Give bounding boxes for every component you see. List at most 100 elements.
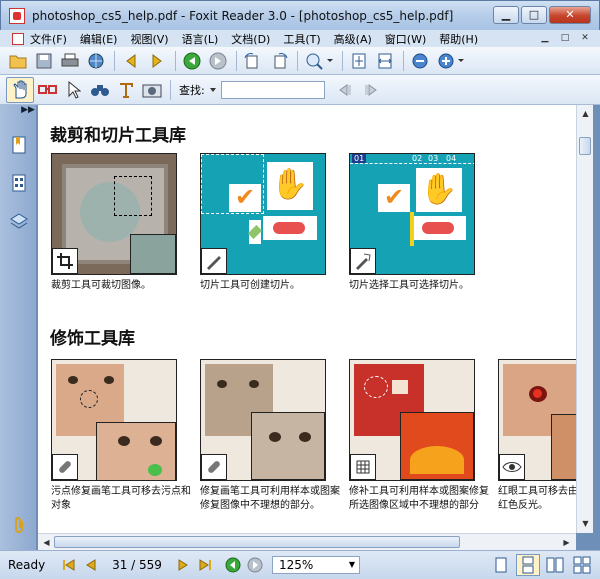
typewriter-icon[interactable] <box>114 79 138 101</box>
minimize-button[interactable]: ▁ <box>493 6 519 24</box>
find-next-icon[interactable] <box>359 79 383 101</box>
close-button[interactable]: ✕ <box>549 6 591 24</box>
menu-advanced[interactable]: 高级(A) <box>334 31 372 47</box>
tools-toolbar: 查找: <box>0 75 600 105</box>
slice-tool-image: ✔ ✋ <box>200 153 326 275</box>
forward-view-icon[interactable] <box>244 555 266 575</box>
last-page-icon[interactable] <box>194 555 216 575</box>
doc-restore-button[interactable]: □ <box>556 31 574 45</box>
print-icon[interactable] <box>58 50 82 72</box>
zoom-dropdown-icon[interactable]: ▼ <box>349 557 355 573</box>
continuous-page-icon[interactable] <box>516 554 540 576</box>
doc-minimize-button[interactable]: ▁ <box>536 31 554 45</box>
find-input[interactable] <box>220 80 325 99</box>
spot-healing-brush-icon <box>52 454 78 480</box>
pages-icon[interactable] <box>8 171 30 195</box>
menu-language[interactable]: 语言(L) <box>182 31 219 47</box>
slice-tool-icon <box>201 248 227 274</box>
bookmarks-icon[interactable] <box>8 133 30 157</box>
menu-tools[interactable]: 工具(T) <box>283 31 320 47</box>
rotate-left-icon[interactable] <box>241 50 265 72</box>
patch-tool-icon <box>350 454 376 480</box>
scroll-right-icon[interactable]: ▶ <box>559 535 574 550</box>
maximize-button[interactable]: □ <box>521 6 547 24</box>
menu-view[interactable]: 视图(V) <box>130 31 168 47</box>
navigation-panel: ▶▶ <box>0 105 37 550</box>
spot-healing-image <box>51 359 177 481</box>
caption-patch-tool: 修补工具可利用样本或图案修复所选图像区域中不理想的部分 <box>349 486 489 511</box>
snapshot-icon[interactable] <box>140 79 164 101</box>
facing-pages-icon[interactable] <box>543 554 567 576</box>
crop-tool-image <box>51 153 177 275</box>
layers-icon[interactable] <box>8 209 30 233</box>
title-bar: photoshop_cs5_help.pdf - Foxit Reader 3.… <box>0 0 600 30</box>
single-page-icon[interactable] <box>489 554 513 576</box>
back-view-icon[interactable] <box>222 555 244 575</box>
save-icon[interactable] <box>32 50 56 72</box>
menu-file[interactable]: 文件(F) <box>30 31 67 47</box>
document-icon[interactable] <box>12 32 24 45</box>
status-bar: Ready 31 / 559 125% ▼ <box>0 550 600 579</box>
zoom-in-icon[interactable] <box>434 50 468 72</box>
foxit-app-icon[interactable] <box>9 7 25 24</box>
slice-label-04: 04 <box>446 154 457 163</box>
find-options-icon[interactable] <box>209 86 217 94</box>
scroll-down-icon[interactable]: ▼ <box>578 516 593 531</box>
horizontal-scroll-thumb[interactable] <box>54 536 460 548</box>
healing-brush-image <box>200 359 326 481</box>
patch-tool-image <box>349 359 475 481</box>
window-title: photoshop_cs5_help.pdf - Foxit Reader 3.… <box>32 8 454 23</box>
crop-tool-icon <box>52 248 78 274</box>
slice-select-tool-icon <box>350 248 376 274</box>
slice-label-03: 03 <box>428 154 439 163</box>
doc-close-button[interactable]: ✕ <box>576 31 594 45</box>
menu-edit[interactable]: 编辑(E) <box>80 31 118 47</box>
forward-icon[interactable] <box>206 50 230 72</box>
zoom-icon[interactable] <box>302 50 336 72</box>
horizontal-scrollbar[interactable]: ◀ ▶ <box>38 533 576 550</box>
red-eye-tool-image <box>498 359 576 481</box>
slice-label-01: 01 <box>352 154 367 163</box>
menu-document[interactable]: 文档(D) <box>231 31 270 47</box>
select-text-icon[interactable] <box>36 79 60 101</box>
zoom-out-icon[interactable] <box>408 50 432 72</box>
section-title-retouch: 修饰工具库 <box>50 329 135 349</box>
vertical-scrollbar[interactable]: ▲ ▼ <box>576 105 593 533</box>
main-toolbar <box>0 47 600 75</box>
section-title-crop-slice: 裁剪和切片工具库 <box>50 126 186 146</box>
binoculars-icon[interactable] <box>88 79 112 101</box>
fit-width-icon[interactable] <box>373 50 397 72</box>
previous-page-icon[interactable] <box>80 555 102 575</box>
menu-window[interactable]: 窗口(W) <box>385 31 426 47</box>
healing-brush-icon <box>201 454 227 480</box>
email-icon[interactable] <box>84 50 108 72</box>
next-page-icon[interactable] <box>172 555 194 575</box>
find-previous-icon[interactable] <box>333 79 357 101</box>
expand-panel-icon[interactable]: ▶▶ <box>21 105 35 119</box>
rotate-right-icon[interactable] <box>267 50 291 72</box>
previous-icon[interactable] <box>119 50 143 72</box>
fit-page-icon[interactable] <box>347 50 371 72</box>
back-icon[interactable] <box>180 50 204 72</box>
menu-help[interactable]: 帮助(H) <box>439 31 478 47</box>
first-page-icon[interactable] <box>58 555 80 575</box>
menu-bar: 文件(F) 编辑(E) 视图(V) 语言(L) 文档(D) 工具(T) 高级(A… <box>0 30 600 47</box>
status-ready: Ready <box>8 558 46 572</box>
zoom-select[interactable]: 125% ▼ <box>272 556 360 574</box>
caption-healing-brush: 修复画笔工具可利用样本或图案修复图像中不理想的部分。 <box>200 486 340 511</box>
next-icon[interactable] <box>145 50 169 72</box>
scroll-up-icon[interactable]: ▲ <box>578 106 593 121</box>
slice-select-tool-image: 01 02 03 04 ✔ ✋ <box>349 153 475 275</box>
cursor-icon[interactable] <box>62 79 86 101</box>
hand-tool-icon[interactable] <box>6 76 34 103</box>
vertical-scroll-thumb[interactable] <box>579 137 591 155</box>
scroll-left-icon[interactable]: ◀ <box>39 535 54 550</box>
attachment-icon[interactable] <box>8 513 30 537</box>
document-view[interactable]: 裁剪和切片工具库 裁剪工具可裁切图像。 ✔ ✋ 切片工具可创建切片。 01 02… <box>38 105 576 533</box>
slice-label-02: 02 <box>412 154 423 163</box>
caption-slice-tool: 切片工具可创建切片。 <box>200 280 300 291</box>
open-icon[interactable] <box>6 50 30 72</box>
continuous-facing-icon[interactable] <box>570 554 594 576</box>
page-indicator[interactable]: 31 / 559 <box>102 556 172 574</box>
caption-crop-tool: 裁剪工具可裁切图像。 <box>51 280 151 291</box>
